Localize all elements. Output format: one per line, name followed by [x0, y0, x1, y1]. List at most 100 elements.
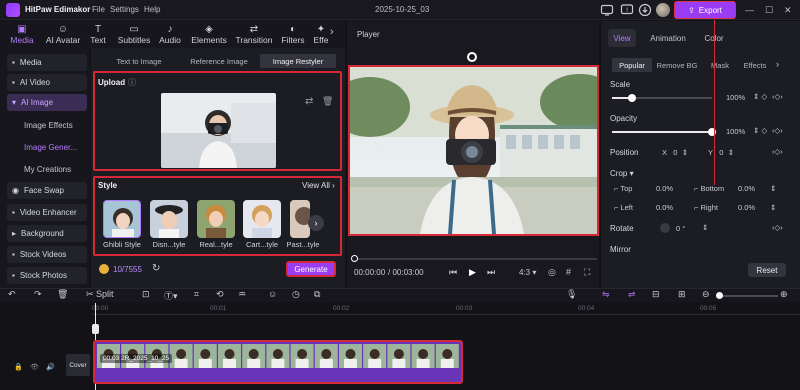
reset-button[interactable]: Reset: [748, 263, 786, 277]
play-icon[interactable]: ▶: [469, 267, 476, 278]
prev-frame-icon[interactable]: ⏮: [449, 267, 457, 278]
zoom-slider-knob[interactable]: [716, 292, 723, 299]
aspect-ratio-select[interactable]: 4:3 ▾: [519, 268, 536, 277]
sidebar-sub-my-creations[interactable]: My Creations: [24, 165, 71, 174]
position-y-field[interactable]: Y 0 ⇕: [708, 148, 734, 157]
cover-button[interactable]: Cover: [66, 354, 90, 376]
crop-top-field[interactable]: ⌐ Top: [614, 184, 632, 193]
sidebar-sub-image-generator[interactable]: Image Gener...: [24, 143, 77, 152]
subtab-next-icon[interactable]: ›: [776, 59, 779, 69]
tab-reference-image[interactable]: Reference Image: [182, 54, 256, 68]
split-button[interactable]: ✂ Split: [86, 289, 114, 300]
crop-left-field[interactable]: ⌐ Left: [614, 203, 633, 212]
menu-help[interactable]: Help: [144, 5, 160, 14]
rotate-handle-icon[interactable]: [467, 52, 477, 62]
style-thumb-realistic[interactable]: [197, 200, 235, 238]
track-lock-icon[interactable]: 🔒: [14, 363, 23, 371]
color-tool-icon[interactable]: ♒: [238, 289, 246, 300]
crop-bottom-field[interactable]: ⌐ Bottom: [694, 184, 724, 193]
track-icon[interactable]: ⊟: [652, 289, 660, 300]
maximize-icon[interactable]: ☐: [765, 5, 773, 16]
sidebar-item-background[interactable]: ▸ Background: [7, 225, 87, 242]
tool-media[interactable]: ▣ Media: [0, 21, 44, 48]
zoom-slider[interactable]: [716, 295, 778, 297]
sidebar-item-face-swap[interactable]: ◉ Face Swap: [7, 182, 87, 199]
style-thumb-pastel[interactable]: [290, 200, 310, 238]
playhead-handle[interactable]: [92, 324, 99, 334]
feedback-icon[interactable]: !: [620, 3, 634, 17]
generate-button[interactable]: Generate: [286, 261, 336, 277]
info-icon[interactable]: ⓘ: [128, 77, 136, 88]
crop-stepper-icon-2[interactable]: ⇕: [770, 203, 776, 212]
player-scrubber[interactable]: [352, 258, 597, 260]
crop-stepper-icon[interactable]: ⇕: [770, 184, 776, 193]
preview-canvas[interactable]: [348, 65, 599, 236]
speed-tool-icon[interactable]: ◷: [292, 289, 300, 300]
style-thumb-ghibli[interactable]: [103, 200, 141, 238]
tab-view[interactable]: View: [608, 29, 636, 47]
sidebar-item-ai-video[interactable]: ▪ AI Video: [7, 74, 87, 91]
tab-text-to-image[interactable]: Text to Image: [106, 54, 172, 68]
subtab-popular[interactable]: Popular: [612, 58, 652, 72]
rotate-keyframe-icon[interactable]: ‹◇›: [772, 223, 783, 232]
magnet-icon[interactable]: ⇋: [602, 289, 610, 300]
crop-label[interactable]: Crop ▾: [610, 169, 634, 178]
track-audio-icon[interactable]: 🔊: [46, 363, 55, 371]
sidebar-item-stock-photos[interactable]: ▪ Stock Photos: [7, 267, 87, 284]
sidebar-item-media[interactable]: ▪ Media: [7, 54, 87, 71]
delete-icon[interactable]: 🗑: [322, 96, 333, 107]
crop-tool-icon[interactable]: ⌗: [194, 289, 199, 300]
rotate-stepper-icon[interactable]: ⇕: [702, 223, 708, 232]
tab-image-restyler[interactable]: Image Restyler: [260, 54, 336, 68]
undo-icon[interactable]: ↶: [8, 289, 16, 300]
scale-slider-knob[interactable]: [628, 94, 636, 102]
link-icon[interactable]: ⇌: [628, 289, 636, 300]
zoom-in-icon[interactable]: ⊕: [780, 289, 788, 300]
replace-icon[interactable]: ⇄: [305, 96, 313, 107]
delete-clip-icon[interactable]: 🗑: [57, 289, 68, 300]
crop-bottom-value[interactable]: 0.0%: [738, 184, 755, 193]
opacity-keyframe-icon[interactable]: ‹◇›: [772, 126, 783, 135]
tool-elements[interactable]: ◈ Elements: [186, 21, 232, 48]
position-x-field[interactable]: X 0 ⇕: [662, 148, 688, 157]
view-all-link[interactable]: View All ›: [302, 181, 335, 190]
tool-audio[interactable]: ♪ Audio: [150, 21, 190, 48]
fullscreen-icon[interactable]: ⛶: [584, 267, 590, 278]
export-button[interactable]: ⇪ Export: [674, 1, 736, 19]
sidebar-item-stock-videos[interactable]: ▪ Stock Videos: [7, 246, 87, 263]
position-keyframe-icon[interactable]: ‹◇›: [772, 147, 783, 156]
scrubber-knob[interactable]: [351, 255, 358, 262]
subtab-effects[interactable]: Effects: [740, 58, 770, 72]
freeze-icon[interactable]: ⊡: [142, 289, 150, 300]
rotate-tool-icon[interactable]: ⟲: [216, 289, 224, 300]
more-tool-icon[interactable]: ⧉: [314, 289, 320, 300]
opacity-stepper-icon[interactable]: ⇕ ◇: [753, 126, 767, 135]
redo-icon[interactable]: ↷: [34, 289, 42, 300]
rotate-value[interactable]: 0 °: [676, 224, 685, 233]
crop-right-field[interactable]: ⌐ Right: [694, 203, 718, 212]
monitor-icon[interactable]: [600, 3, 614, 17]
scale-keyframe-icon[interactable]: ‹◇›: [772, 92, 783, 101]
toolbar-next-icon[interactable]: ›: [330, 26, 334, 38]
mic-icon[interactable]: 🎙: [566, 289, 577, 300]
sidebar-item-video-enhancer[interactable]: ▪ Video Enhancer: [7, 204, 87, 221]
user-avatar[interactable]: [656, 3, 670, 17]
text-tool-icon[interactable]: Ⓣ▾: [164, 289, 178, 302]
next-frame-icon[interactable]: ⏭: [487, 267, 495, 278]
refresh-icon[interactable]: ↻: [152, 263, 160, 274]
zoom-out-icon[interactable]: ⊖: [702, 289, 710, 300]
sidebar-item-ai-image[interactable]: ▾ AI Image: [7, 94, 87, 111]
crop-left-value[interactable]: 0.0%: [656, 203, 673, 212]
scale-stepper-icon[interactable]: ⇕ ◇: [753, 92, 767, 101]
minimize-icon[interactable]: —: [745, 5, 754, 15]
download-icon[interactable]: [638, 3, 652, 17]
menu-file[interactable]: File: [92, 5, 105, 14]
rotate-dial-icon[interactable]: [660, 223, 670, 233]
close-icon[interactable]: ✕: [784, 5, 792, 16]
uploaded-photo[interactable]: [161, 93, 276, 168]
subtab-mask[interactable]: Mask: [706, 58, 734, 72]
menu-settings[interactable]: Settings: [110, 5, 139, 14]
sidebar-sub-image-effects[interactable]: Image Effects: [24, 121, 73, 130]
styles-next-icon[interactable]: ›: [308, 215, 324, 231]
fit-icon[interactable]: ⊞: [678, 289, 686, 300]
